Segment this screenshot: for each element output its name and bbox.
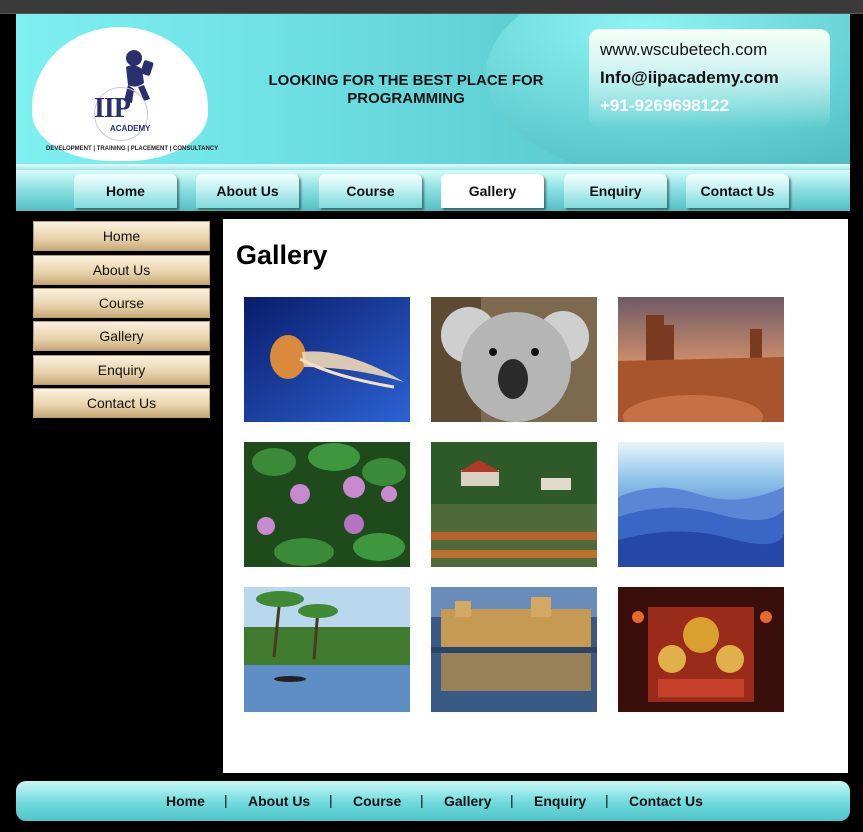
nav-enquiry[interactable]: Enquiry: [564, 174, 667, 208]
gallery-image-blue-mountains[interactable]: [618, 442, 784, 567]
sidebar-item-about-us[interactable]: About Us: [33, 255, 210, 285]
footer-link-course[interactable]: Course: [353, 793, 401, 809]
nav-contact-us[interactable]: Contact Us: [686, 174, 789, 208]
logo-subtitle: ACADEMY: [110, 124, 151, 133]
gallery-image-lake-boats[interactable]: [431, 442, 597, 567]
sidebar-item-course[interactable]: Course: [33, 288, 210, 318]
site-logo[interactable]: IIP ACADEMY DEVELOPMENT | TRAINING | PLA…: [32, 27, 218, 161]
sidebar-item-gallery[interactable]: Gallery: [33, 321, 210, 351]
browser-top-bar: [0, 0, 863, 14]
footer-link-gallery[interactable]: Gallery: [444, 793, 491, 809]
main-nav: Home About Us Course Gallery Enquiry Con…: [16, 170, 850, 211]
nav-home[interactable]: Home: [74, 174, 177, 208]
contact-email[interactable]: Info@iipacademy.com: [600, 68, 779, 88]
gallery-image-jellyfish[interactable]: [244, 297, 410, 422]
contact-website[interactable]: www.wscubetech.com: [600, 40, 767, 60]
logo-tagline: DEVELOPMENT | TRAINING | PLACEMENT | CON…: [46, 146, 219, 152]
gallery-image-desert[interactable]: [618, 297, 784, 422]
gallery-image-koala[interactable]: [431, 297, 597, 422]
nav-gallery[interactable]: Gallery: [441, 174, 544, 208]
footer-link-about-us[interactable]: About Us: [248, 793, 310, 809]
gallery-image-shrine[interactable]: [618, 587, 784, 712]
main-content: Gallery: [223, 219, 848, 773]
footer-link-home[interactable]: Home: [166, 793, 205, 809]
nav-about-us[interactable]: About Us: [196, 174, 299, 208]
footer-separator: |: [224, 792, 228, 808]
site-header: IIP ACADEMY DEVELOPMENT | TRAINING | PLA…: [16, 14, 850, 170]
logo-mark: IIP: [94, 93, 131, 124]
gallery-image-palace-reflection[interactable]: [431, 587, 597, 712]
footer-separator: |: [329, 792, 333, 808]
footer-separator: |: [605, 792, 609, 808]
sidebar-item-contact-us[interactable]: Contact Us: [33, 388, 210, 418]
contact-phone: +91-9269698122: [600, 96, 730, 115]
header-tagline: LOOKING FOR THE BEST PLACE FOR PROGRAMMI…: [268, 72, 544, 107]
page-title: Gallery: [236, 240, 328, 270]
footer-separator: |: [420, 792, 424, 808]
footer-link-contact-us[interactable]: Contact Us: [629, 793, 703, 809]
sidebar-item-home[interactable]: Home: [33, 221, 210, 251]
gallery-image-water-lilies[interactable]: [244, 442, 410, 567]
footer-separator: |: [510, 792, 514, 808]
site-footer: Home | About Us | Course | Gallery | Enq…: [16, 781, 850, 821]
gallery-image-backwaters[interactable]: [244, 587, 410, 712]
nav-course[interactable]: Course: [319, 174, 422, 208]
sidebar-item-enquiry[interactable]: Enquiry: [33, 355, 210, 385]
footer-link-enquiry[interactable]: Enquiry: [534, 793, 586, 809]
